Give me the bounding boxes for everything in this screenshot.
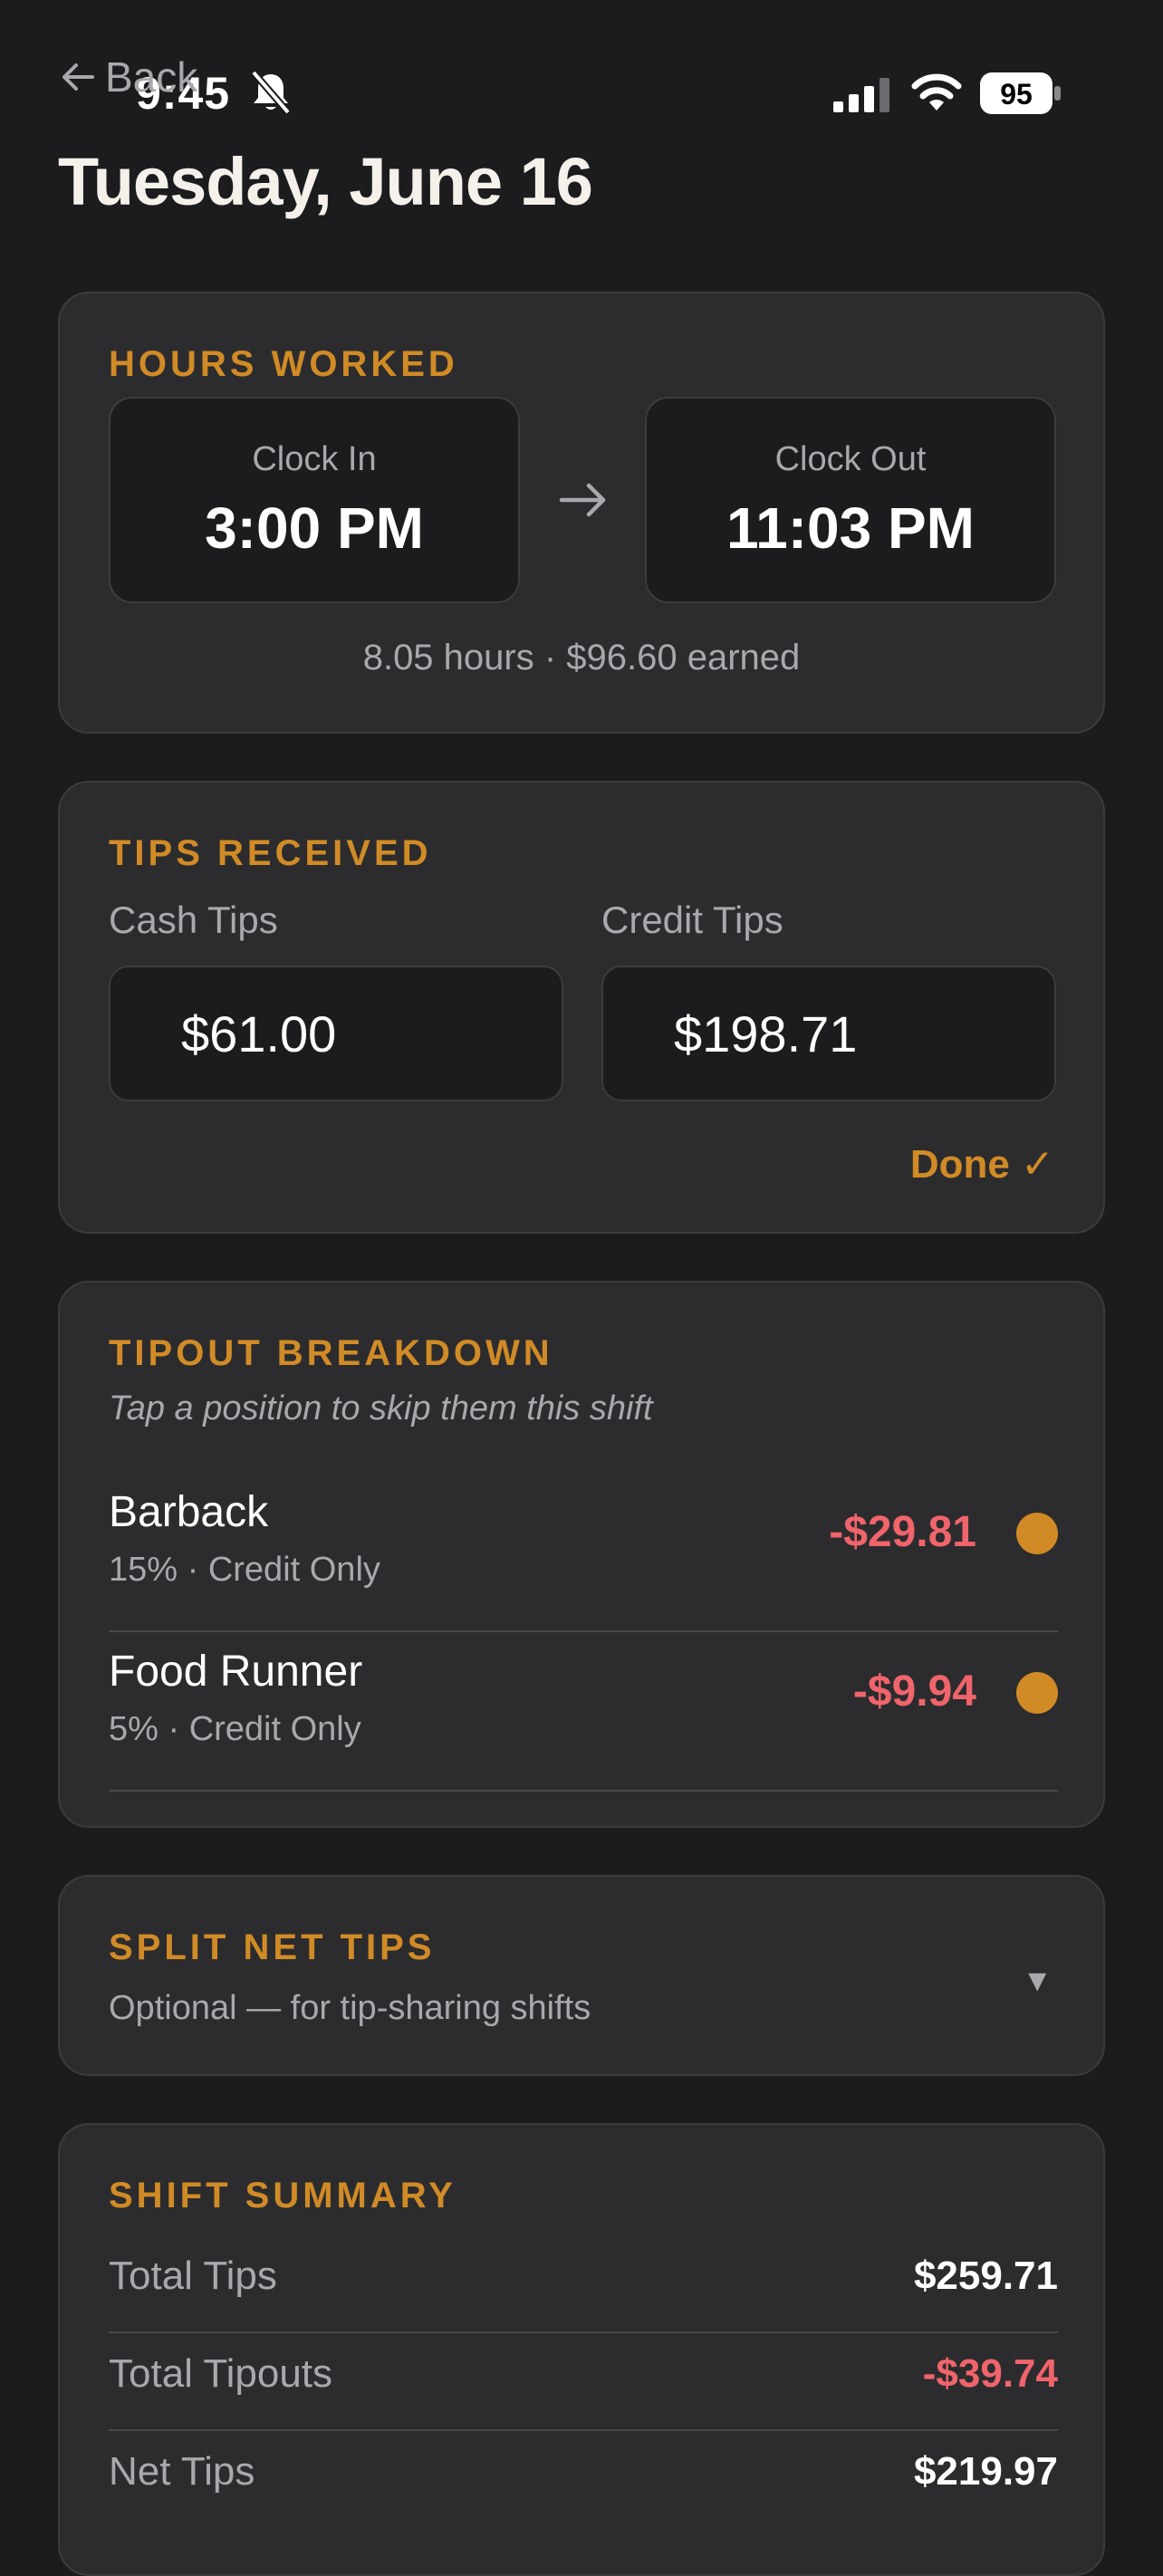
tips-received-card: TIPS RECEIVED Cash Tips Credit Tips $61.… xyxy=(58,781,1105,1234)
hours-worked-card: HOURS WORKED Clock In 3:00 PM Clock Out … xyxy=(58,292,1105,734)
tipout-amount: -$29.81 xyxy=(829,1508,976,1556)
summary-label: Net Tips xyxy=(109,2449,255,2494)
split-section-label: SPLIT NET TIPS xyxy=(109,1927,436,1967)
hours-section-label: HOURS WORKED xyxy=(109,344,458,384)
battery-icon: 95 xyxy=(980,72,1061,114)
arrow-left-icon xyxy=(62,63,94,91)
summary-value: $259.71 xyxy=(913,2254,1058,2298)
tipout-row-barback[interactable]: Barback 15% · Credit Only -$29.81 xyxy=(109,1473,1058,1632)
tipout-position-name: Food Runner xyxy=(109,1648,363,1696)
page-title: Tuesday, June 16 xyxy=(58,144,593,219)
summary-value: $219.97 xyxy=(913,2449,1058,2494)
clock-in-button[interactable]: Clock In 3:00 PM xyxy=(109,397,520,603)
split-subtitle: Optional — for tip-sharing shifts xyxy=(109,1989,591,2027)
summary-row-net-tips: Net Tips $219.97 xyxy=(109,2431,1058,2529)
summary-value: -$39.74 xyxy=(922,2351,1058,2396)
summary-label: Total Tipouts xyxy=(109,2351,333,2396)
tipout-position-detail: 5% · Credit Only xyxy=(109,1710,361,1748)
cellular-signal-icon xyxy=(833,78,889,112)
summary-row-total-tips: Total Tips $259.71 xyxy=(109,2235,1058,2333)
summary-section-label: SHIFT SUMMARY xyxy=(109,2176,457,2216)
battery-level: 95 xyxy=(1000,78,1033,111)
tipout-section-label: TIPOUT BREAKDOWN xyxy=(109,1333,553,1373)
tipout-hint: Tap a position to skip them this shift xyxy=(109,1389,653,1427)
tips-section-label: TIPS RECEIVED xyxy=(109,833,432,873)
chevron-down-icon[interactable]: ▼ xyxy=(1022,1964,1052,1999)
back-button[interactable]: Back xyxy=(58,53,197,101)
clock-out-button[interactable]: Clock Out 11:03 PM xyxy=(645,397,1056,603)
split-net-tips-card[interactable]: SPLIT NET TIPS Optional — for tip-sharin… xyxy=(58,1875,1105,2076)
back-label: Back xyxy=(105,53,198,101)
cash-tips-label: Cash Tips xyxy=(109,899,278,941)
arrow-right-icon xyxy=(559,483,606,517)
cash-tips-input[interactable]: $61.00 xyxy=(109,966,563,1101)
tipout-position-detail: 15% · Credit Only xyxy=(109,1551,380,1589)
tipout-breakdown-card: TIPOUT BREAKDOWN Tap a position to skip … xyxy=(58,1281,1105,1828)
clock-in-label: Clock In xyxy=(252,440,377,478)
summary-row-total-tipouts: Total Tipouts -$39.74 xyxy=(109,2333,1058,2431)
clock-out-label: Clock Out xyxy=(774,440,927,478)
tipout-active-toggle[interactable] xyxy=(1016,1513,1058,1554)
tipout-row-food-runner[interactable]: Food Runner 5% · Credit Only -$9.94 xyxy=(109,1632,1058,1792)
hours-earned-summary: 8.05 hours · $96.60 earned xyxy=(362,638,801,678)
credit-tips-label: Credit Tips xyxy=(601,899,783,941)
tipout-amount: -$9.94 xyxy=(852,1668,976,1716)
wifi-icon xyxy=(911,73,962,111)
tipout-active-toggle[interactable] xyxy=(1016,1672,1058,1714)
clock-in-value: 3:00 PM xyxy=(205,495,424,561)
credit-tips-input[interactable]: $198.71 xyxy=(601,966,1056,1101)
tipout-position-name: Barback xyxy=(109,1488,269,1536)
bell-slash-icon xyxy=(250,70,292,115)
summary-label: Total Tips xyxy=(109,2254,277,2298)
done-button[interactable]: Done ✓ xyxy=(910,1141,1054,1187)
clock-out-value: 11:03 PM xyxy=(726,495,975,561)
shift-summary-card: SHIFT SUMMARY Total Tips $259.71 Total T… xyxy=(58,2123,1105,2576)
